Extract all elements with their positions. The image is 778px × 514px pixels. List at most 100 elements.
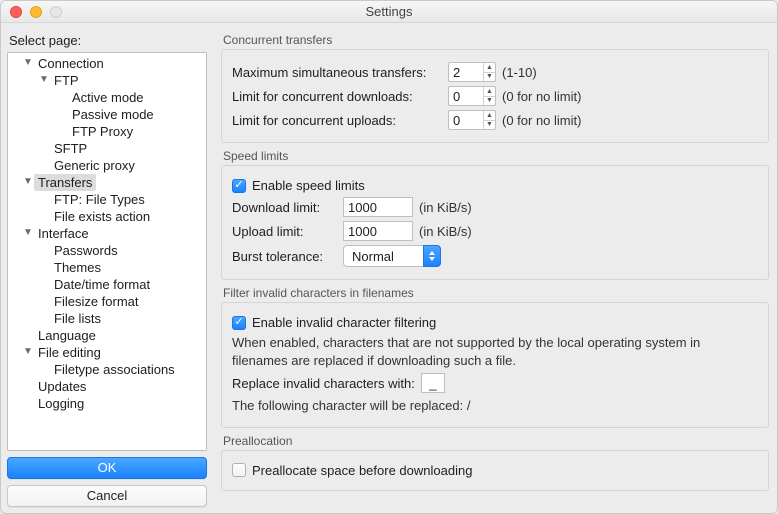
select-page-label: Select page: [9, 33, 207, 48]
upload-limit-label: Upload limit: [232, 224, 337, 239]
tree-item[interactable]: ▼Generic proxy [8, 157, 206, 174]
maximize-icon [50, 6, 62, 18]
settings-window: Settings Select page: ▼Connection▼FTPAct… [0, 0, 778, 514]
tree-item-label: Connection [34, 55, 108, 72]
tree-item-label: Themes [50, 259, 105, 276]
concurrent-uploads-label: Limit for concurrent uploads: [232, 113, 442, 128]
max-transfers-hint: (1-10) [502, 65, 537, 80]
tree-item[interactable]: ▼Interface [8, 225, 206, 242]
tree-item-label: Date/time format [50, 276, 154, 293]
group-title-concurrent: Concurrent transfers [223, 33, 769, 47]
char-filter-description: When enabled, characters that are not su… [232, 334, 758, 369]
concurrent-downloads-stepper[interactable]: ▲▼ [448, 86, 496, 106]
tree-item[interactable]: ▼File exists action [8, 208, 206, 225]
page-tree[interactable]: ▼Connection▼FTPActive modePassive modeFT… [7, 52, 207, 451]
titlebar: Settings [1, 1, 777, 23]
tree-item-label: Interface [34, 225, 93, 242]
burst-tolerance-value: Normal [343, 245, 423, 267]
tree-item[interactable]: ▼Language [8, 327, 206, 344]
tree-item-label: File lists [50, 310, 105, 327]
tree-item[interactable]: ▼Connection [8, 55, 206, 72]
tree-item[interactable]: ▼Transfers [8, 174, 206, 191]
replace-char-input[interactable] [421, 373, 445, 393]
download-limit-input[interactable] [343, 197, 413, 217]
tree-item[interactable]: ▼Date/time format [8, 276, 206, 293]
group-title-prealloc: Preallocation [223, 434, 769, 448]
disclosure-triangle-icon[interactable]: ▼ [22, 224, 34, 241]
checkbox-icon [232, 179, 246, 193]
disclosure-triangle-icon[interactable]: ▼ [22, 54, 34, 71]
close-icon[interactable] [10, 6, 22, 18]
tree-item[interactable]: ▼FTP: File Types [8, 191, 206, 208]
group-concurrent: Maximum simultaneous transfers: ▲▼ (1-10… [221, 49, 769, 143]
tree-item-label: Passive mode [68, 106, 158, 123]
tree-item[interactable]: ▼Themes [8, 259, 206, 276]
tree-item[interactable]: ▼Filesize format [8, 293, 206, 310]
concurrent-downloads-label: Limit for concurrent downloads: [232, 89, 442, 104]
minimize-icon[interactable] [30, 6, 42, 18]
tree-item[interactable]: ▼Logging [8, 395, 206, 412]
tree-item[interactable]: Passive mode [8, 106, 206, 123]
tree-item-label: Filetype associations [50, 361, 179, 378]
max-transfers-input[interactable] [449, 63, 483, 81]
tree-item-label: Language [34, 327, 100, 344]
concurrent-uploads-input[interactable] [449, 111, 483, 129]
tree-item[interactable]: ▼SFTP [8, 140, 206, 157]
concurrent-downloads-input[interactable] [449, 87, 483, 105]
enable-char-filter-checkbox[interactable]: Enable invalid character filtering [232, 315, 436, 330]
content-pane: Concurrent transfers Maximum simultaneou… [213, 23, 777, 514]
checkbox-icon [232, 463, 246, 477]
concurrent-downloads-hint: (0 for no limit) [502, 89, 581, 104]
download-limit-unit: (in KiB/s) [419, 200, 472, 215]
tree-item[interactable]: ▼File lists [8, 310, 206, 327]
upload-limit-unit: (in KiB/s) [419, 224, 472, 239]
enable-speed-limits-label: Enable speed limits [252, 178, 365, 193]
tree-item[interactable]: ▼Filetype associations [8, 361, 206, 378]
tree-item-label: Transfers [34, 174, 96, 191]
replaced-char-note: The following character will be replaced… [232, 397, 758, 415]
tree-item-label: Logging [34, 395, 88, 412]
tree-item[interactable]: ▼Updates [8, 378, 206, 395]
group-speed: Enable speed limits Download limit: (in … [221, 165, 769, 280]
download-limit-label: Download limit: [232, 200, 337, 215]
preallocate-checkbox[interactable]: Preallocate space before downloading [232, 463, 472, 478]
tree-item[interactable]: ▼Passwords [8, 242, 206, 259]
tree-item-label: FTP [50, 72, 83, 89]
concurrent-uploads-stepper[interactable]: ▲▼ [448, 110, 496, 130]
max-transfers-stepper[interactable]: ▲▼ [448, 62, 496, 82]
disclosure-triangle-icon[interactable]: ▼ [22, 173, 34, 190]
tree-item-label: File editing [34, 344, 105, 361]
disclosure-triangle-icon[interactable]: ▼ [38, 71, 50, 88]
tree-item-label: Filesize format [50, 293, 143, 310]
cancel-button[interactable]: Cancel [7, 485, 207, 507]
tree-item-label: File exists action [50, 208, 154, 225]
tree-item-label: SFTP [50, 140, 91, 157]
group-title-filter: Filter invalid characters in filenames [223, 286, 769, 300]
tree-item-label: Generic proxy [50, 157, 139, 174]
tree-item-label: Passwords [50, 242, 122, 259]
preallocate-label: Preallocate space before downloading [252, 463, 472, 478]
tree-item-label: Active mode [68, 89, 148, 106]
tree-item-label: Updates [34, 378, 90, 395]
group-filter: Enable invalid character filtering When … [221, 302, 769, 428]
tree-item[interactable]: ▼File editing [8, 344, 206, 361]
group-title-speed: Speed limits [223, 149, 769, 163]
tree-item[interactable]: FTP Proxy [8, 123, 206, 140]
concurrent-uploads-hint: (0 for no limit) [502, 113, 581, 128]
enable-speed-limits-checkbox[interactable]: Enable speed limits [232, 178, 365, 193]
replace-char-label: Replace invalid characters with: [232, 376, 415, 391]
disclosure-triangle-icon[interactable]: ▼ [22, 343, 34, 360]
sidebar: Select page: ▼Connection▼FTPActive modeP… [1, 23, 213, 514]
chevron-updown-icon [423, 245, 441, 267]
upload-limit-input[interactable] [343, 221, 413, 241]
group-prealloc: Preallocate space before downloading [221, 450, 769, 491]
checkbox-icon [232, 316, 246, 330]
burst-tolerance-label: Burst tolerance: [232, 249, 337, 264]
tree-item-label: FTP Proxy [68, 123, 137, 140]
ok-button[interactable]: OK [7, 457, 207, 479]
enable-char-filter-label: Enable invalid character filtering [252, 315, 436, 330]
window-title: Settings [1, 4, 777, 19]
tree-item[interactable]: ▼FTP [8, 72, 206, 89]
tree-item[interactable]: Active mode [8, 89, 206, 106]
burst-tolerance-select[interactable]: Normal [343, 245, 441, 267]
